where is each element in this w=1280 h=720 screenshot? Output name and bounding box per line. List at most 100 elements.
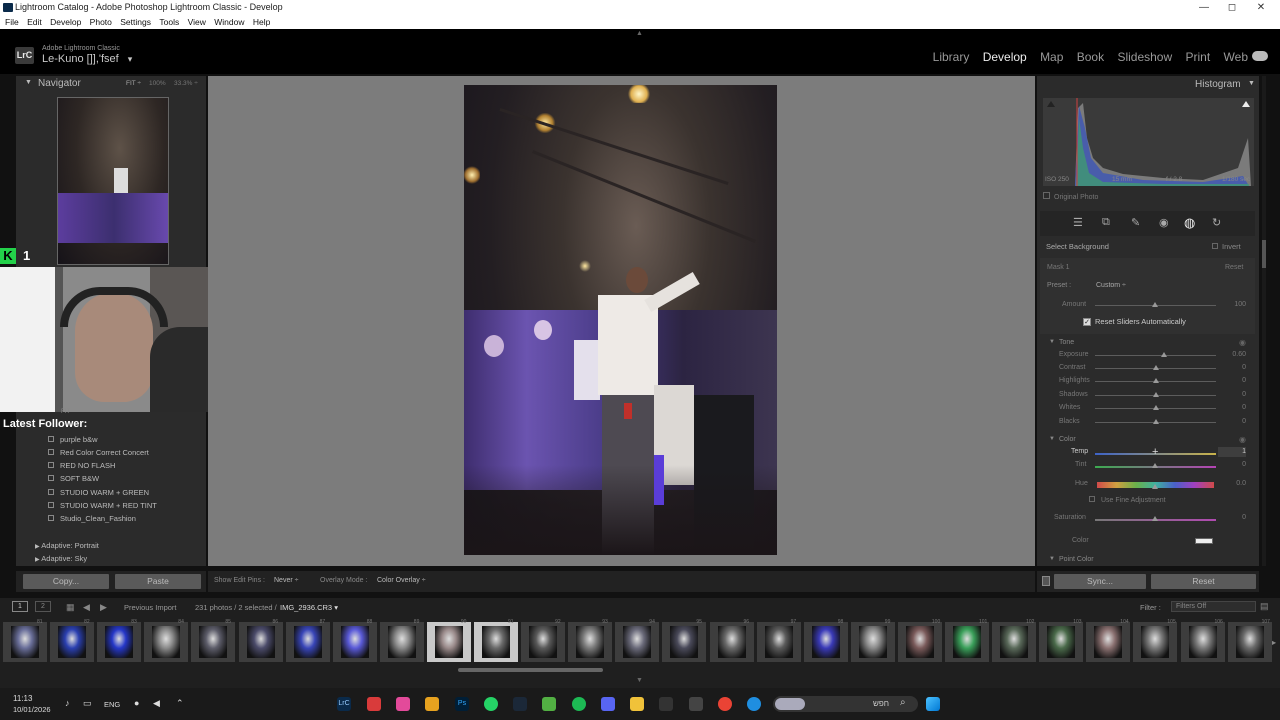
filmstrip-thumbnail[interactable] <box>850 622 895 662</box>
navigator-zoom-100[interactable]: 100% <box>149 80 166 87</box>
close-button[interactable]: ✕ <box>1248 0 1274 15</box>
menu-window[interactable]: Window <box>214 15 244 29</box>
menu-develop[interactable]: Develop <box>50 15 81 29</box>
color-swatch[interactable] <box>1195 538 1213 544</box>
collapse-triangle-icon[interactable]: ▼ <box>1049 339 1055 345</box>
reset-tool-icon[interactable]: ↻ <box>1212 216 1221 229</box>
tone-highlights-thumb[interactable] <box>1152 378 1159 383</box>
lightroom-taskbar-icon[interactable]: LrC <box>337 697 351 711</box>
module-slideshow[interactable]: Slideshow <box>1117 50 1172 64</box>
app-taskbar-icon[interactable] <box>425 697 439 711</box>
clip-highlights-icon[interactable] <box>1242 101 1250 107</box>
color-title[interactable]: Color <box>1059 436 1076 443</box>
edge-taskbar-icon[interactable] <box>747 697 761 711</box>
filmstrip-scrollbar[interactable] <box>458 668 603 672</box>
tone-contrast-value[interactable]: 0 <box>1222 364 1246 371</box>
module-book[interactable]: Book <box>1077 50 1104 64</box>
saturation-value[interactable]: 0 <box>1222 514 1246 521</box>
filmstrip-thumbnail[interactable] <box>756 622 801 662</box>
amount-thumb[interactable] <box>1152 302 1158 307</box>
filmstrip-thumbnail[interactable] <box>332 622 377 662</box>
preset-item[interactable]: Red Color Correct Concert <box>48 448 149 457</box>
paste-button[interactable]: Paste <box>115 574 201 589</box>
menu-edit[interactable]: Edit <box>27 15 42 29</box>
overlay-mode-select[interactable]: Color Overlay ÷ <box>377 577 426 584</box>
epic-games-taskbar-icon[interactable] <box>659 697 673 711</box>
filmstrip-thumbnail[interactable] <box>615 622 660 662</box>
main-photo[interactable] <box>464 85 777 555</box>
tone-exposure-thumb[interactable] <box>1160 352 1167 357</box>
tone-exposure-value[interactable]: 0.60 <box>1222 351 1246 358</box>
reset-button[interactable]: Reset <box>1151 574 1256 589</box>
preset-item[interactable]: SOFT B&W <box>48 474 99 483</box>
preset-group-adaptive-portrait[interactable]: ▶ Adaptive: Portrait <box>35 541 99 550</box>
filmstrip-thumbnail[interactable] <box>1133 622 1178 662</box>
preset-item[interactable]: purple b&w <box>48 435 98 444</box>
preset-select[interactable]: Custom ÷ <box>1096 282 1126 289</box>
chevron-down-icon[interactable]: ▾ <box>128 54 133 64</box>
hue-thumb[interactable] <box>1152 484 1158 489</box>
filmstrip-thumbnail[interactable] <box>285 622 330 662</box>
sync-toggle-icon[interactable] <box>1042 576 1050 586</box>
chrome-taskbar-icon[interactable] <box>718 697 732 711</box>
filmstrip-thumbnail[interactable] <box>709 622 754 662</box>
tone-blacks-thumb[interactable] <box>1152 419 1159 424</box>
filmstrip-thumbnail[interactable] <box>1180 622 1225 662</box>
right-scrollbar-track[interactable] <box>1262 76 1266 566</box>
navigator-preview[interactable] <box>57 97 169 265</box>
filmstrip-thumbnail[interactable] <box>50 622 95 662</box>
menu-settings[interactable]: Settings <box>120 15 151 29</box>
tone-contrast-thumb[interactable] <box>1152 365 1159 370</box>
tone-whites-value[interactable]: 0 <box>1222 404 1246 411</box>
collapse-triangle-icon[interactable]: ▼ <box>1049 436 1055 442</box>
tone-title[interactable]: Tone <box>1059 339 1074 346</box>
window-2-button[interactable]: 2 <box>35 601 51 612</box>
edit-sliders-icon[interactable]: ☰ <box>1073 216 1083 229</box>
back-arrow-icon[interactable]: ◀ <box>83 602 90 613</box>
histogram-title[interactable]: Histogram <box>1195 79 1241 90</box>
language-indicator[interactable]: ENG <box>104 700 120 709</box>
file-explorer-taskbar-icon[interactable] <box>630 697 644 711</box>
filmstrip-thumbnail[interactable] <box>379 622 424 662</box>
preset-item[interactable]: STUDIO WARM + GREEN <box>48 488 149 497</box>
filmstrip-thumbnail[interactable] <box>992 622 1037 662</box>
steam-taskbar-icon[interactable] <box>513 697 527 711</box>
copy-button[interactable]: Copy... <box>23 574 109 589</box>
spotify-taskbar-icon[interactable] <box>572 697 586 711</box>
grid-icon[interactable]: ▦ <box>66 602 75 613</box>
network-icon[interactable]: ▭ <box>83 698 92 709</box>
menu-photo[interactable]: Photo <box>90 15 112 29</box>
maximize-button[interactable]: ◻ <box>1219 0 1245 15</box>
filmstrip-thumbnail[interactable] <box>238 622 283 662</box>
store-taskbar-icon[interactable] <box>689 697 703 711</box>
tone-shadows-value[interactable]: 0 <box>1222 391 1246 398</box>
red-eye-icon[interactable]: ◉ <box>1159 216 1169 229</box>
filmstrip-thumbnail[interactable] <box>97 622 142 662</box>
module-develop[interactable]: Develop <box>983 50 1027 64</box>
navigator-title[interactable]: Navigator <box>38 78 81 89</box>
menu-file[interactable]: File <box>5 15 19 29</box>
search-placeholder[interactable]: חפש <box>873 699 889 708</box>
current-file[interactable]: IMG_2936.CR3 ▾ <box>280 603 338 612</box>
forward-arrow-icon[interactable]: ▶ <box>100 602 107 613</box>
taskbar-time[interactable]: 11:13 <box>13 694 32 703</box>
filmstrip-thumbnail[interactable] <box>803 622 848 662</box>
menu-tools[interactable]: Tools <box>159 15 179 29</box>
tint-value[interactable]: 0 <box>1222 461 1246 468</box>
module-print[interactable]: Print <box>1186 50 1211 64</box>
whatsapp-taskbar-icon[interactable] <box>484 697 498 711</box>
filmstrip-thumbnail[interactable] <box>191 622 236 662</box>
tray-expand-icon[interactable]: ⌃ <box>176 698 184 709</box>
identity-name[interactable]: Le-Kuno []],'fsef ▾ <box>42 53 132 65</box>
preset-item[interactable]: RED NO FLASH <box>48 461 115 470</box>
speaker-icon[interactable]: ♪ <box>65 698 70 708</box>
window-1-button[interactable]: 1 <box>12 601 28 612</box>
fine-adjustment-checkbox[interactable]: Use Fine Adjustment <box>1089 496 1166 504</box>
menu-view[interactable]: View <box>188 15 206 29</box>
eye-icon[interactable]: ◉ <box>1239 435 1246 444</box>
collapse-triangle-icon[interactable]: ▼ <box>1049 556 1055 562</box>
discord-taskbar-icon[interactable] <box>601 697 615 711</box>
filmstrip-thumbnail[interactable] <box>1086 622 1131 662</box>
mask-reset-button[interactable]: Reset <box>1225 264 1243 271</box>
source-label[interactable]: Previous Import <box>124 603 177 612</box>
